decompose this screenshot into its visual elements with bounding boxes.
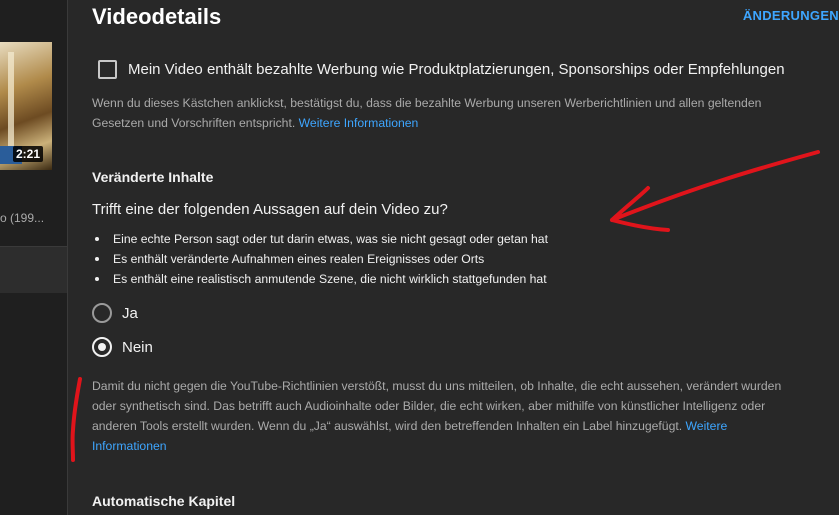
radio-no[interactable] — [92, 337, 112, 357]
sidebar-item-selected[interactable] — [0, 247, 67, 293]
list-item: Eine echte Person sagt oder tut darin et… — [92, 229, 548, 249]
radio-yes-label[interactable]: Ja — [122, 305, 138, 322]
altered-content-help: Damit du nicht gegen die YouTube-Richtli… — [92, 376, 792, 456]
automatic-chapters-title: Automatische Kapitel — [92, 493, 236, 509]
changes-button[interactable]: ÄNDERUNGEN — [743, 8, 839, 23]
paid-promotion-learn-more-link[interactable]: Weitere Informationen — [299, 116, 419, 130]
main-content: Videodetails ÄNDERUNGEN Mein Video enthä… — [68, 0, 839, 515]
altered-content-list: Eine echte Person sagt oder tut darin et… — [92, 229, 548, 289]
altered-content-question: Trifft eine der folgenden Aussagen auf d… — [92, 201, 448, 218]
list-item: Es enthält veränderte Aufnahmen eines re… — [92, 249, 548, 269]
paid-promotion-help-text: Wenn du dieses Kästchen anklickst, bestä… — [92, 96, 762, 130]
paid-promotion-row[interactable]: Mein Video enthält bezahlte Werbung wie … — [98, 60, 785, 79]
video-duration-badge: 2:21 — [13, 146, 44, 162]
paid-promotion-help: Wenn du dieses Kästchen anklickst, bestä… — [92, 93, 792, 133]
radio-option-yes[interactable]: Ja — [92, 303, 138, 323]
paid-promotion-label[interactable]: Mein Video enthält bezahlte Werbung wie … — [128, 61, 785, 78]
radio-no-label[interactable]: Nein — [122, 339, 153, 356]
left-sidebar: 2:21 o (199... — [0, 0, 68, 515]
radio-option-no[interactable]: Nein — [92, 337, 153, 357]
video-title-fragment: o (199... — [0, 211, 45, 225]
paid-promotion-checkbox[interactable] — [98, 60, 117, 79]
radio-yes[interactable] — [92, 303, 112, 323]
page-title: Videodetails — [92, 4, 222, 29]
altered-content-title: Veränderte Inhalte — [92, 169, 214, 185]
list-item: Es enthält eine realistisch anmutende Sz… — [92, 269, 548, 289]
altered-content-help-text: Damit du nicht gegen die YouTube-Richtli… — [92, 379, 782, 433]
